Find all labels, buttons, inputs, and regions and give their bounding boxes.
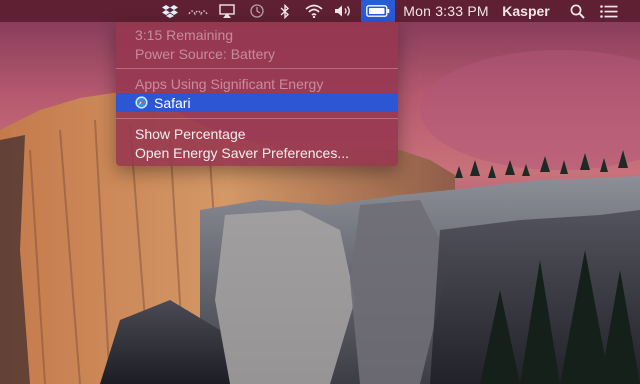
airplay-icon[interactable] xyxy=(217,0,237,22)
battery-icon[interactable] xyxy=(361,0,395,22)
power-source: Power Source: Battery xyxy=(135,45,276,62)
battery-menu: 3:15 Remaining Power Source: Battery App… xyxy=(116,22,398,166)
menu-separator xyxy=(116,118,398,119)
user-menu[interactable]: Kasper xyxy=(500,0,552,22)
menu-item-safari[interactable]: Safari xyxy=(116,93,398,112)
app-name-safari: Safari xyxy=(154,94,191,111)
notification-center-icon[interactable] xyxy=(596,0,622,22)
time-machine-icon[interactable] xyxy=(246,0,268,22)
bluetooth-icon[interactable] xyxy=(277,0,293,22)
open-energy-saver-item[interactable]: Open Energy Saver Preferences... xyxy=(116,143,398,162)
menu-separator xyxy=(116,68,398,69)
apps-energy-header: Apps Using Significant Energy xyxy=(135,75,324,92)
menu-bar: Mon 3:33 PM Kasper xyxy=(0,0,640,22)
volume-icon[interactable] xyxy=(332,0,356,22)
time-remaining: 3:15 Remaining xyxy=(135,26,234,43)
safari-icon xyxy=(135,96,148,109)
dropbox-icon[interactable] xyxy=(160,0,180,22)
clock[interactable]: Mon 3:33 PM xyxy=(402,0,490,22)
spotlight-icon[interactable] xyxy=(566,0,588,22)
show-percentage-item[interactable]: Show Percentage xyxy=(116,124,398,143)
wifi-share-icon[interactable] xyxy=(186,0,210,22)
wifi-icon[interactable] xyxy=(303,0,325,22)
